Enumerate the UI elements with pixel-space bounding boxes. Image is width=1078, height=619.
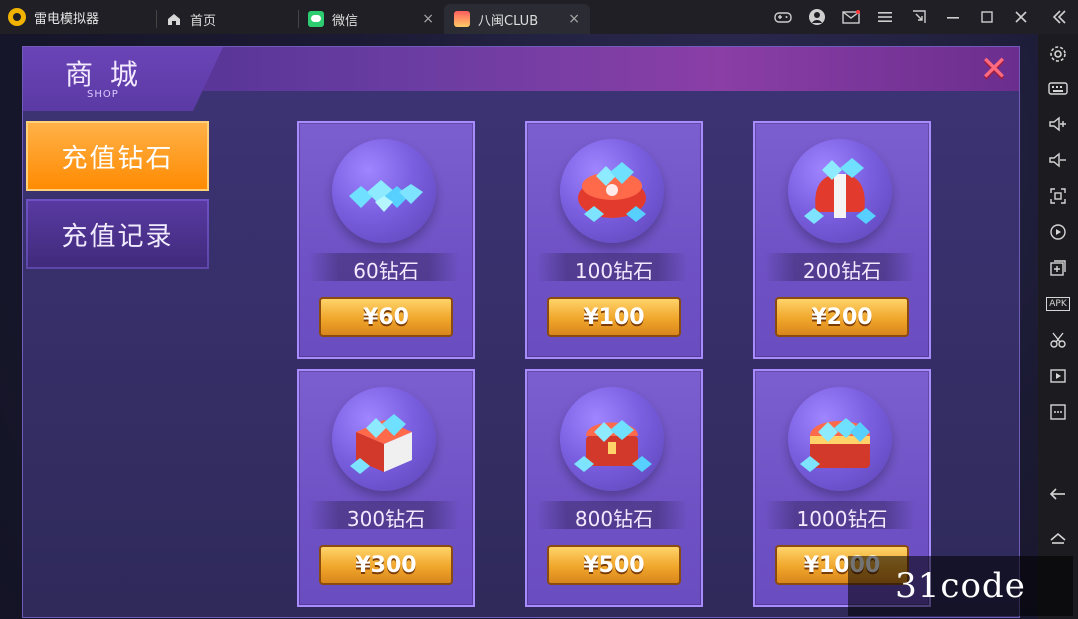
product-icon-bg: [560, 387, 664, 491]
tab-label-wechat: 微信: [332, 13, 359, 29]
tab-label-game: 八闽CLUB: [478, 13, 539, 29]
price-button[interactable]: ¥60: [319, 297, 453, 337]
tab-wechat[interactable]: 微信 ×: [298, 4, 444, 34]
window-titlebar: 雷电模拟器 首页 微信 × 八闽CLUB ×: [0, 0, 1078, 34]
product-icon-bg: [560, 139, 664, 243]
wechat-icon: [308, 11, 324, 27]
product-card-60[interactable]: 60钻石 ¥60: [297, 121, 475, 359]
tab-label-home: 首页: [190, 13, 217, 29]
record-icon[interactable]: [1048, 222, 1068, 242]
app-logo-icon: [8, 8, 26, 26]
minimize-icon[interactable]: [936, 0, 970, 34]
maximize-icon[interactable]: [970, 0, 1004, 34]
nav-recharge-diamonds[interactable]: 充值钻石: [26, 121, 209, 191]
screenshot-icon[interactable]: [1048, 186, 1068, 206]
product-icon-bg: [788, 139, 892, 243]
product-card-200[interactable]: 200钻石 ¥200: [753, 121, 931, 359]
diamond-box-icon: [332, 387, 436, 491]
product-name: 1000钻石: [796, 507, 888, 531]
diamond-sack-icon: [788, 139, 892, 243]
diamond-pouch-icon: [560, 139, 664, 243]
product-card-800[interactable]: 800钻石 ¥500: [525, 369, 703, 607]
shop-panel: 商 城 SHOP ✕ 充值钻石 充值记录 60钻石 ¥60 100钻石 ¥100…: [22, 46, 1020, 618]
shop-subtitle: SHOP: [87, 89, 119, 100]
tab-close-icon[interactable]: ×: [422, 11, 434, 27]
apk-label: APK: [1046, 297, 1070, 311]
tab-close-icon[interactable]: ×: [568, 11, 580, 27]
settings-icon[interactable]: [1048, 44, 1068, 64]
product-name: 300钻石: [346, 507, 426, 531]
product-icon-bg: [332, 139, 436, 243]
product-card-300[interactable]: 300钻石 ¥300: [297, 369, 475, 607]
mail-icon[interactable]: [834, 0, 868, 34]
scissors-icon[interactable]: [1048, 330, 1068, 350]
shop-title: 商 城: [65, 58, 142, 91]
apk-icon[interactable]: APK: [1046, 294, 1070, 314]
treasure-chest-icon: [560, 387, 664, 491]
emulator-sidebar: APK: [1038, 34, 1078, 619]
home-tab-icon: [168, 14, 180, 25]
price-button[interactable]: ¥200: [775, 297, 909, 337]
price-button[interactable]: ¥300: [319, 545, 453, 585]
keyboard-icon[interactable]: [1048, 78, 1068, 98]
product-name: 100钻石: [574, 259, 654, 283]
tab-home[interactable]: 首页: [156, 4, 298, 34]
volume-up-icon[interactable]: [1048, 114, 1068, 134]
diamond-pile-icon: [332, 139, 436, 243]
avatar-icon[interactable]: [800, 0, 834, 34]
volume-down-icon[interactable]: [1048, 150, 1068, 170]
add-icon[interactable]: [1048, 258, 1068, 278]
treasure-chest-large-icon: [788, 387, 892, 491]
game-viewport: 商 城 SHOP ✕ 充值钻石 充值记录 60钻石 ¥60 100钻石 ¥100…: [0, 34, 1038, 619]
close-icon[interactable]: [1004, 0, 1038, 34]
product-grid: 60钻石 ¥60 100钻石 ¥100 200钻石 ¥200 300钻石 ¥30…: [297, 121, 957, 613]
video-icon[interactable]: [1048, 366, 1068, 386]
menu-icon[interactable]: [868, 0, 902, 34]
collapse-sidebar-icon[interactable]: [1040, 0, 1078, 34]
price-button[interactable]: ¥100: [547, 297, 681, 337]
tab-game[interactable]: 八闽CLUB ×: [444, 4, 590, 34]
product-card-100[interactable]: 100钻石 ¥100: [525, 121, 703, 359]
product-name: 200钻石: [802, 259, 882, 283]
game-tab-icon: [454, 11, 470, 27]
product-icon-bg: [788, 387, 892, 491]
more-icon[interactable]: [1048, 402, 1068, 422]
gamepad-icon[interactable]: [766, 0, 800, 34]
shop-left-nav: 充值钻石 充值记录: [23, 121, 213, 619]
shop-close-button[interactable]: ✕: [974, 49, 1014, 89]
product-name: 800钻石: [574, 507, 654, 531]
product-name: 60钻石: [353, 259, 419, 283]
product-icon-bg: [332, 387, 436, 491]
back-icon[interactable]: [1048, 484, 1068, 504]
nav-recharge-history[interactable]: 充值记录: [26, 199, 209, 269]
price-button[interactable]: ¥500: [547, 545, 681, 585]
app-brand: 雷电模拟器: [8, 0, 99, 34]
watermark-31code: 31code: [848, 556, 1073, 616]
home-icon[interactable]: [1048, 528, 1068, 548]
app-title: 雷电模拟器: [34, 11, 100, 27]
shrink-icon[interactable]: [902, 0, 936, 34]
